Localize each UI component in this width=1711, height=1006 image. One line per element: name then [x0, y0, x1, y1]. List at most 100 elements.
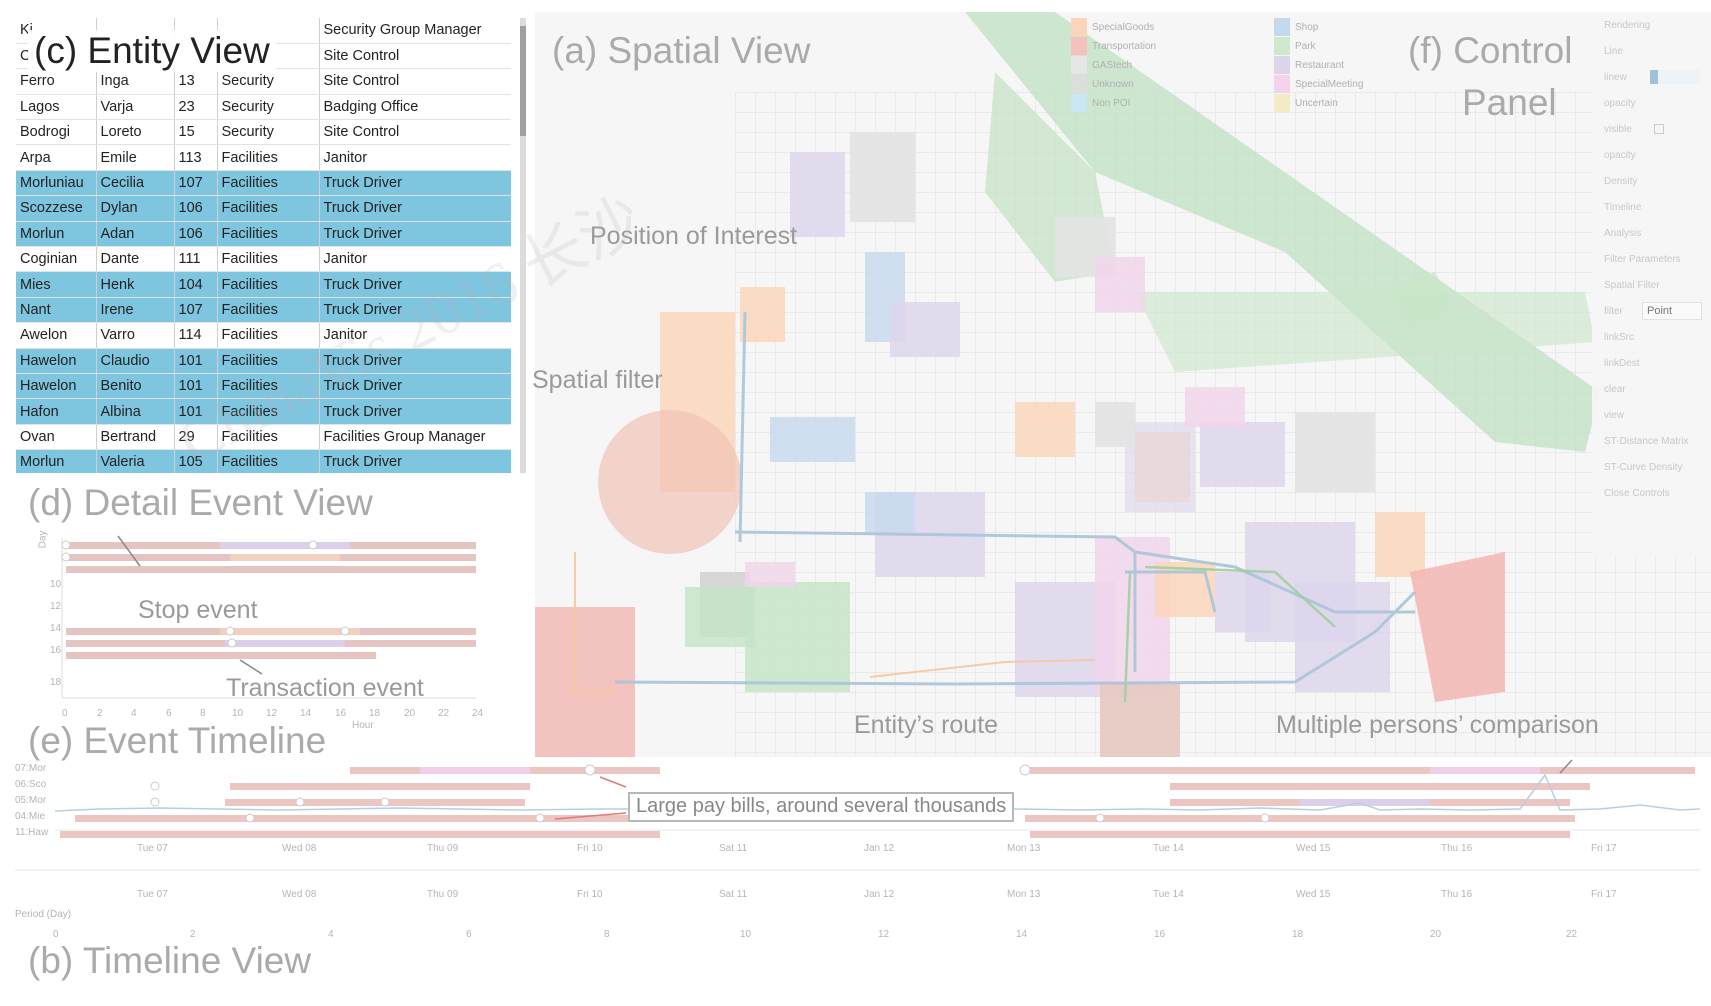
table-row[interactable]: Morlun Valeria 105 Facilities Truck Driver	[16, 449, 511, 473]
control-linew[interactable]: linew	[1604, 72, 1627, 83]
control-filter-parameters[interactable]: Filter Parameters	[1604, 254, 1681, 265]
table-row[interactable]: Scozzese Dylan 106 Facilities Truck Driver	[16, 195, 511, 222]
control-opacity[interactable]: opacity	[1604, 98, 1636, 109]
period-tick: 0	[53, 929, 59, 940]
legend-swatch	[1071, 56, 1087, 74]
detail-xtick: 24	[472, 708, 484, 719]
control-clear[interactable]: clear	[1604, 384, 1626, 395]
timeline-row-label[interactable]: 06:Sco	[15, 779, 46, 790]
detail-xtick: 16	[335, 708, 347, 719]
day-tick: Thu 16	[1441, 843, 1473, 854]
cell-last: Hafon	[16, 398, 97, 425]
table-row[interactable]: Lagos Varja 23 Security Badging Office	[16, 94, 511, 121]
control-view[interactable]: view	[1604, 410, 1624, 421]
cell-id: 113	[174, 144, 218, 171]
cell-first: Henk	[96, 271, 175, 298]
gastech-block	[1095, 402, 1135, 447]
legend-swatch	[1274, 37, 1290, 55]
legend-label: Non POI	[1092, 98, 1131, 109]
cell-last: Bodrogi	[16, 119, 97, 146]
legend-swatch	[1071, 37, 1087, 55]
legend-label: Park	[1295, 41, 1316, 52]
annotation-transaction-event: Transaction event	[226, 674, 424, 702]
control-analysis[interactable]: Analysis	[1604, 228, 1641, 239]
table-row[interactable]: Morlun Adan 106 Facilities Truck Driver	[16, 221, 511, 248]
linew-slider[interactable]	[1650, 70, 1700, 84]
table-row[interactable]: Morluniau Cecilia 107 Facilities Truck Drive…	[16, 170, 511, 197]
cell-dept: Security	[217, 119, 320, 146]
filter-input[interactable]	[1642, 302, 1702, 320]
detail-ytick: 14	[50, 623, 62, 634]
cell-title: Site Control	[319, 68, 511, 95]
cell-id: 23	[174, 94, 218, 121]
period-tick: 10	[740, 929, 752, 940]
control-opacity-2[interactable]: opacity	[1604, 150, 1636, 161]
cell-title: Facilities Group Manager	[319, 424, 511, 451]
period-tick: 2	[190, 929, 196, 940]
entity-scroll-thumb[interactable]	[520, 26, 526, 136]
cell-dept: Security	[217, 68, 320, 95]
close-controls-button[interactable]: Close Controls	[1604, 488, 1670, 499]
period-tick: 20	[1430, 929, 1442, 940]
cell-title: Truck Driver	[319, 195, 511, 222]
period-tick: 18	[1292, 929, 1304, 940]
control-linkdest[interactable]: linkDest	[1604, 358, 1640, 369]
detail-ytick: 18	[50, 677, 62, 688]
legend-label: Shop	[1295, 22, 1319, 33]
cell-first: Inga	[96, 68, 175, 95]
annotation-stop-event: Stop event	[138, 596, 258, 624]
special-goods-block	[1375, 512, 1425, 577]
cell-title: Security Group Manager	[319, 18, 511, 44]
timeline-row-label[interactable]: 04:Mie	[15, 811, 45, 822]
control-timeline[interactable]: Timeline	[1604, 202, 1641, 213]
control-line[interactable]: Line	[1604, 46, 1623, 57]
control-spatial-filter[interactable]: Spatial Filter	[1604, 280, 1660, 291]
detail-event-view-title: (d) Detail Event View	[28, 482, 373, 523]
cell-last: Hawelon	[16, 348, 97, 374]
period-tick: 22	[1566, 929, 1578, 940]
legend-label: Uncertain	[1295, 98, 1338, 109]
control-st-curve-density[interactable]: ST-Curve Density	[1604, 462, 1682, 473]
cell-last: Hawelon	[16, 373, 97, 400]
period-tick: 12	[878, 929, 890, 940]
cell-id: 106	[174, 221, 218, 248]
period-tick: 16	[1154, 929, 1166, 940]
cell-last: Mies	[16, 271, 97, 298]
cell-dept: Security	[217, 94, 320, 121]
cell-last: Awelon	[16, 322, 97, 349]
table-row[interactable]: Bodrogi Loreto 15 Security Site Control	[16, 119, 511, 146]
cell-dept: Facilities	[217, 144, 320, 171]
legend-swatch	[1071, 94, 1087, 112]
day-tick: Sat 11	[719, 843, 748, 854]
day-tick: Tue 14	[1153, 889, 1184, 900]
control-linksrc[interactable]: linkSrc	[1604, 332, 1634, 343]
cell-last: Coginian	[16, 246, 97, 273]
control-st-distance-matrix[interactable]: ST-Distance Matrix	[1604, 436, 1688, 447]
entity-view-title: (c) Entity View	[28, 30, 276, 72]
day-tick: Wed 08	[282, 843, 317, 854]
timeline-row-label[interactable]: 11:Haw	[15, 827, 48, 838]
timeline-row-label[interactable]: 05:Mor	[15, 795, 46, 806]
control-visible[interactable]: visible	[1604, 124, 1632, 135]
cell-title: Site Control	[319, 119, 511, 146]
transportation-block	[1100, 682, 1180, 757]
cell-dept: Facilities	[217, 297, 320, 324]
cell-first: Loreto	[96, 119, 175, 146]
timeline-row-label[interactable]: 07:Mor	[15, 763, 46, 774]
cell-title: Badging Office	[319, 94, 511, 121]
visible-checkbox[interactable]	[1654, 124, 1664, 134]
day-tick: Jan 12	[864, 843, 895, 854]
legend-label: Unknown	[1092, 79, 1134, 90]
control-density[interactable]: Density	[1604, 176, 1637, 187]
cell-last: Ferro	[16, 68, 97, 95]
detail-xtick: 20	[404, 708, 416, 719]
table-row[interactable]: Arpa Emile 113 Facilities Janitor	[16, 144, 511, 171]
control-filter[interactable]: filter	[1604, 306, 1623, 317]
table-row[interactable]: Ferro Inga 13 Security Site Control	[16, 68, 511, 95]
spatial-filter-circle[interactable]	[598, 410, 742, 554]
day-tick: Fri 17	[1591, 889, 1617, 900]
day-tick: Thu 09	[427, 889, 459, 900]
period-tick: 4	[328, 929, 334, 940]
cell-last: Nant	[16, 297, 97, 324]
control-rendering[interactable]: Rendering	[1604, 20, 1650, 31]
